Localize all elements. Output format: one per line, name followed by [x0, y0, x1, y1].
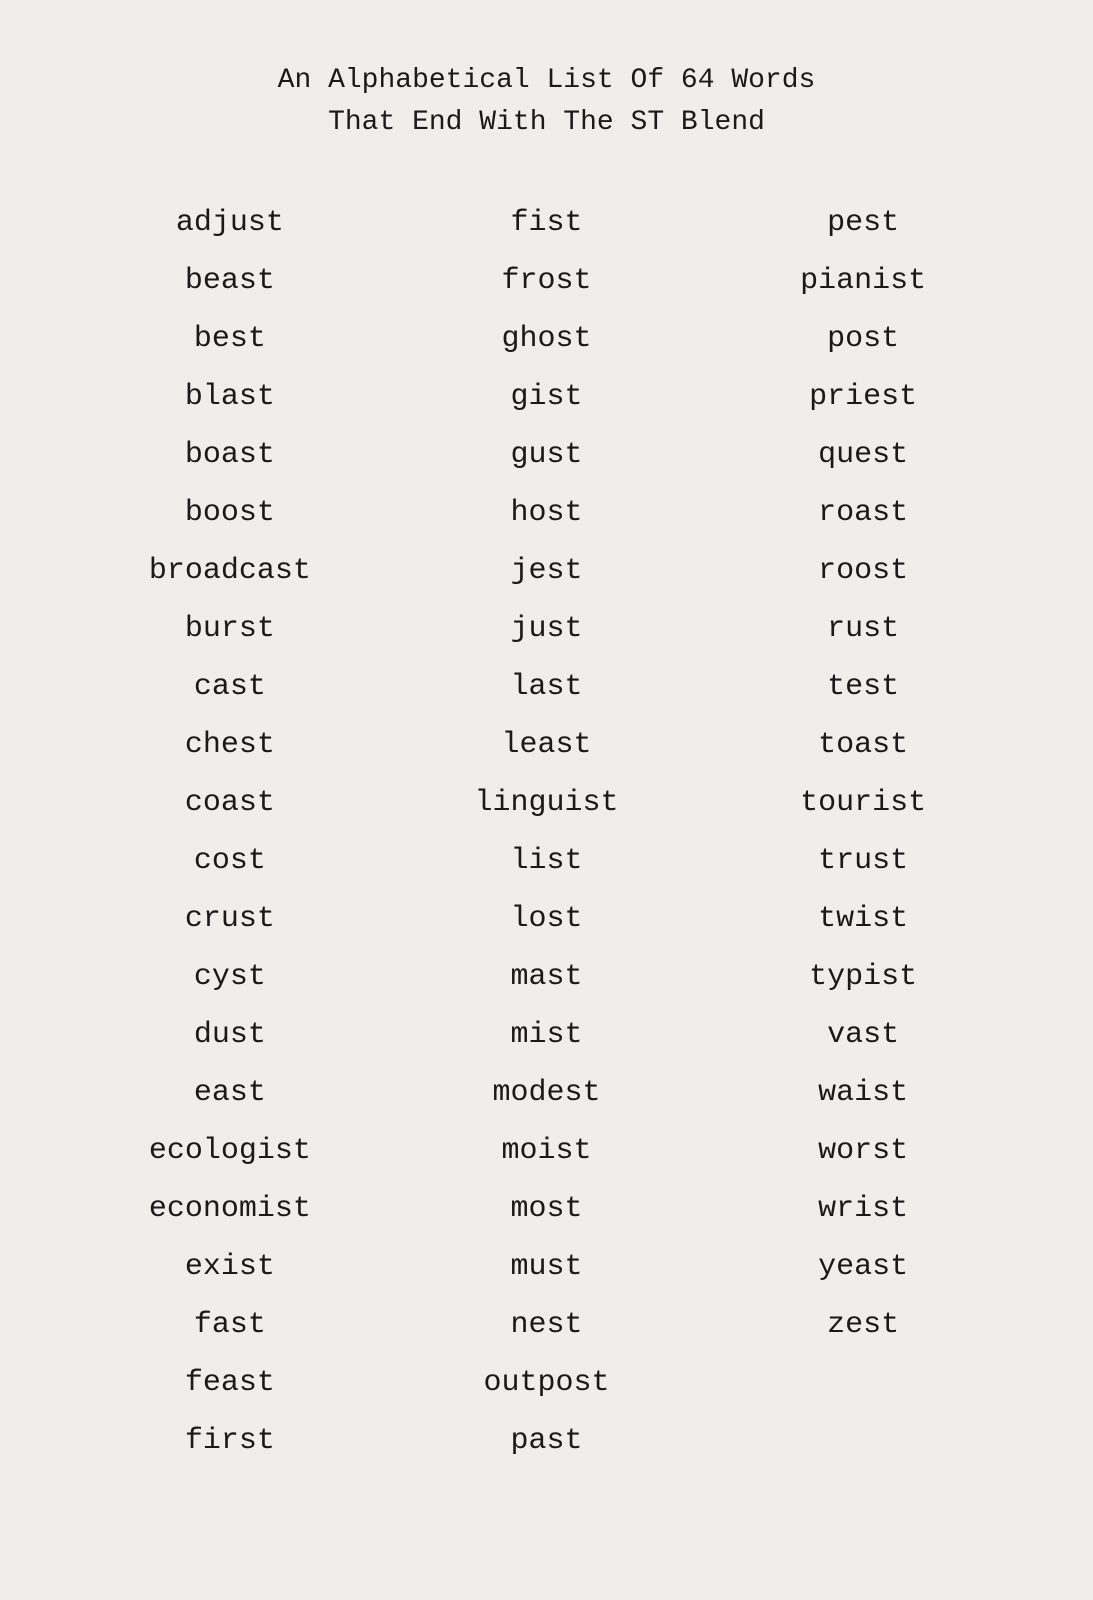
- word-cell: gust: [388, 426, 705, 484]
- word-cell: mast: [388, 948, 705, 1006]
- word-cell: host: [388, 484, 705, 542]
- word-cell: least: [388, 716, 705, 774]
- word-cell: burst: [72, 600, 389, 658]
- word-cell: pest: [705, 194, 1022, 252]
- word-cell: zest: [705, 1296, 1022, 1354]
- word-cell: exist: [72, 1238, 389, 1296]
- word-cell: trust: [705, 832, 1022, 890]
- word-cell: twist: [705, 890, 1022, 948]
- word-cell: rust: [705, 600, 1022, 658]
- word-cell: ghost: [388, 310, 705, 368]
- word-cell: test: [705, 658, 1022, 716]
- word-cell: roost: [705, 542, 1022, 600]
- word-cell: yeast: [705, 1238, 1022, 1296]
- word-cell: cyst: [72, 948, 389, 1006]
- word-cell: cost: [72, 832, 389, 890]
- word-cell: cast: [72, 658, 389, 716]
- word-cell: list: [388, 832, 705, 890]
- word-cell: linguist: [388, 774, 705, 832]
- word-cell: pianist: [705, 252, 1022, 310]
- word-cell: crust: [72, 890, 389, 948]
- word-cell: adjust: [72, 194, 389, 252]
- word-cell: best: [72, 310, 389, 368]
- word-cell: boast: [72, 426, 389, 484]
- word-cell: blast: [72, 368, 389, 426]
- word-cell: roast: [705, 484, 1022, 542]
- word-cell: moist: [388, 1122, 705, 1180]
- word-cell: most: [388, 1180, 705, 1238]
- word-cell: worst: [705, 1122, 1022, 1180]
- word-cell: east: [72, 1064, 389, 1122]
- word-cell: fast: [72, 1296, 389, 1354]
- word-cell: modest: [388, 1064, 705, 1122]
- word-cell: just: [388, 600, 705, 658]
- word-cell: feast: [72, 1354, 389, 1412]
- word-cell: tourist: [705, 774, 1022, 832]
- word-cell: priest: [705, 368, 1022, 426]
- word-cell: chest: [72, 716, 389, 774]
- word-cell: wrist: [705, 1180, 1022, 1238]
- word-cell: quest: [705, 426, 1022, 484]
- word-cell: beast: [72, 252, 389, 310]
- word-cell: waist: [705, 1064, 1022, 1122]
- word-cell: nest: [388, 1296, 705, 1354]
- word-cell: vast: [705, 1006, 1022, 1064]
- word-cell: [705, 1354, 1022, 1412]
- word-cell: fist: [388, 194, 705, 252]
- word-cell: coast: [72, 774, 389, 832]
- word-cell: broadcast: [72, 542, 389, 600]
- word-cell: post: [705, 310, 1022, 368]
- word-cell: typist: [705, 948, 1022, 1006]
- word-cell: frost: [388, 252, 705, 310]
- word-cell: first: [72, 1412, 389, 1470]
- word-cell: past: [388, 1412, 705, 1470]
- word-cell: must: [388, 1238, 705, 1296]
- page-title: An Alphabetical List Of 64 Words That En…: [278, 60, 816, 144]
- word-cell: dust: [72, 1006, 389, 1064]
- word-cell: jest: [388, 542, 705, 600]
- word-grid: adjustfistpest beastfrostpianist bestghost…: [72, 194, 1022, 1470]
- word-cell: mist: [388, 1006, 705, 1064]
- word-cell: toast: [705, 716, 1022, 774]
- word-cell: gist: [388, 368, 705, 426]
- word-cell: last: [388, 658, 705, 716]
- word-cell: boost: [72, 484, 389, 542]
- word-cell: ecologist: [72, 1122, 389, 1180]
- word-cell: [705, 1412, 1022, 1470]
- word-cell: economist: [72, 1180, 389, 1238]
- word-cell: outpost: [388, 1354, 705, 1412]
- word-cell: lost: [388, 890, 705, 948]
